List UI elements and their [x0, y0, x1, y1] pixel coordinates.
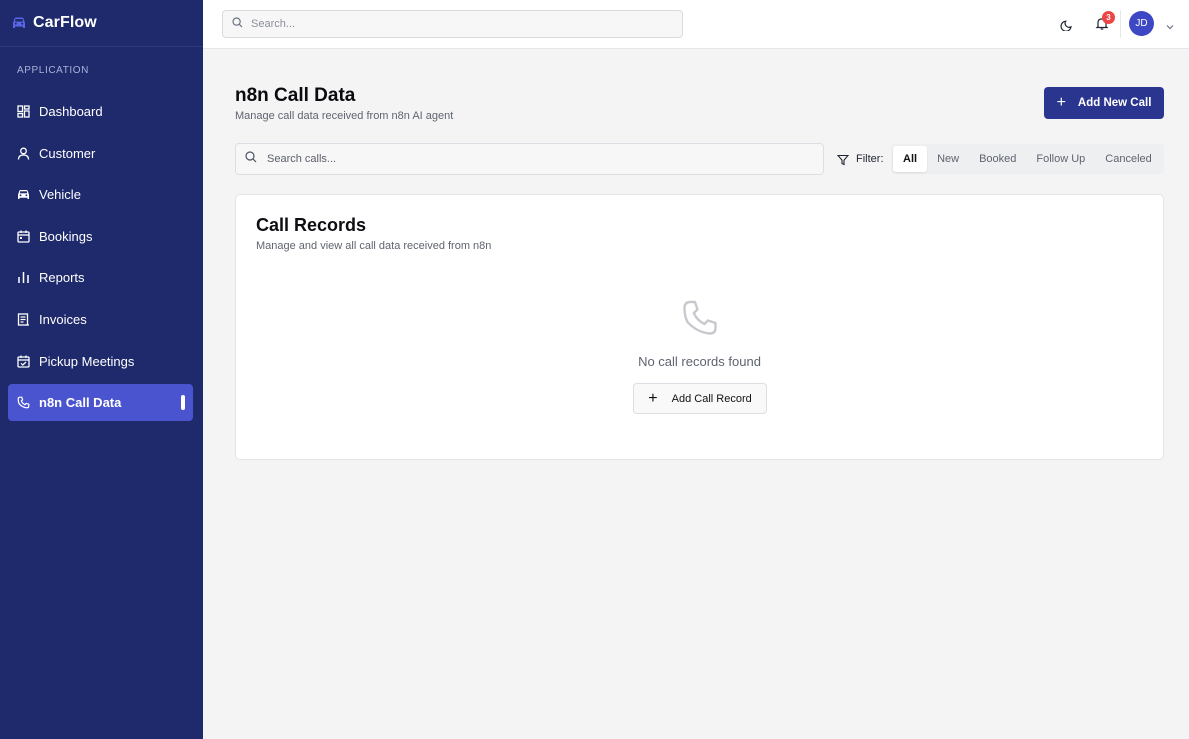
add-call-record-label: Add Call Record — [671, 392, 752, 405]
brand[interactable]: CarFlow — [0, 0, 203, 47]
car-icon — [17, 188, 30, 201]
filter-tabs: All New Booked Follow Up Canceled — [891, 144, 1164, 174]
sidebar-item-pickup-meetings[interactable]: Pickup Meetings — [8, 343, 193, 380]
empty-state-text: No call records found — [638, 354, 761, 369]
sidebar-item-label: Customer — [39, 145, 96, 161]
invoice-icon — [17, 313, 30, 326]
phone-icon — [681, 299, 719, 337]
sidebar-item-invoices[interactable]: Invoices — [8, 301, 193, 338]
avatar[interactable]: JD — [1129, 11, 1154, 36]
add-new-call-label: Add New Call — [1077, 97, 1152, 109]
sidebar-item-bookings[interactable]: Bookings — [8, 218, 193, 255]
search-icon — [245, 150, 257, 168]
sidebar-item-vehicle[interactable]: Vehicle — [8, 176, 193, 213]
dashboard-icon — [17, 105, 30, 118]
user-icon — [17, 147, 30, 160]
sidebar-item-customer[interactable]: Customer — [8, 135, 193, 172]
sidebar-item-label: Reports — [39, 270, 85, 286]
sidebar: CarFlow APPLICATION Dashboard Customer V… — [0, 0, 203, 739]
moon-icon[interactable] — [1060, 17, 1074, 32]
sidebar-item-n8n-call-data[interactable]: n8n Call Data — [8, 384, 193, 422]
sidebar-item-label: Vehicle — [39, 187, 81, 203]
add-new-call-button[interactable]: + Add New Call — [1044, 87, 1164, 119]
global-search-input[interactable] — [251, 18, 651, 30]
card-subtitle: Manage and view all call data received f… — [256, 240, 492, 252]
notification-badge: 3 — [1102, 11, 1115, 24]
sidebar-item-label: n8n Call Data — [39, 395, 122, 411]
sidebar-item-dashboard[interactable]: Dashboard — [8, 93, 193, 130]
filter-icon — [836, 153, 850, 166]
topbar-divider — [1120, 10, 1121, 38]
sidebar-item-label: Pickup Meetings — [39, 353, 135, 369]
call-records-card: Call Records Manage and view all call da… — [235, 194, 1164, 460]
calendar-icon — [17, 230, 30, 243]
calendar-check-icon — [17, 355, 30, 368]
call-search-input[interactable] — [267, 153, 807, 165]
sidebar-item-label: Dashboard — [39, 104, 103, 119]
filter-tab-booked[interactable]: Booked — [969, 146, 1026, 172]
active-indicator — [181, 395, 185, 411]
call-search[interactable] — [235, 143, 824, 175]
filter-tab-all[interactable]: All — [893, 146, 928, 172]
phone-icon — [17, 396, 30, 409]
filter-tab-follow-up[interactable]: Follow Up — [1026, 146, 1095, 172]
add-call-record-button[interactable]: + Add Call Record — [633, 383, 767, 414]
bar-chart-icon — [17, 271, 30, 284]
sidebar-nav: Dashboard Customer Vehicle Bookings Repo… — [0, 93, 203, 422]
topbar: 3 JD — [203, 0, 1189, 49]
filter-tab-canceled[interactable]: Canceled — [1095, 146, 1161, 172]
card-title: Call Records — [256, 215, 367, 235]
app-name: CarFlow — [33, 14, 97, 31]
plus-icon: + — [648, 389, 658, 407]
section-label: APPLICATION — [17, 65, 89, 76]
plus-icon: + — [1056, 94, 1066, 111]
sidebar-item-label: Bookings — [39, 228, 93, 244]
filter-label: Filter: — [856, 153, 884, 165]
chevron-down-icon[interactable] — [1165, 19, 1175, 30]
global-search[interactable] — [222, 10, 683, 38]
sidebar-item-label: Invoices — [39, 311, 87, 327]
search-icon — [232, 15, 243, 33]
sidebar-item-reports[interactable]: Reports — [8, 259, 193, 296]
car-logo-icon — [11, 15, 27, 31]
page-title: n8n Call Data — [235, 85, 356, 106]
filter-tab-new[interactable]: New — [927, 146, 969, 172]
page-subtitle: Manage call data received from n8n AI ag… — [235, 110, 454, 122]
